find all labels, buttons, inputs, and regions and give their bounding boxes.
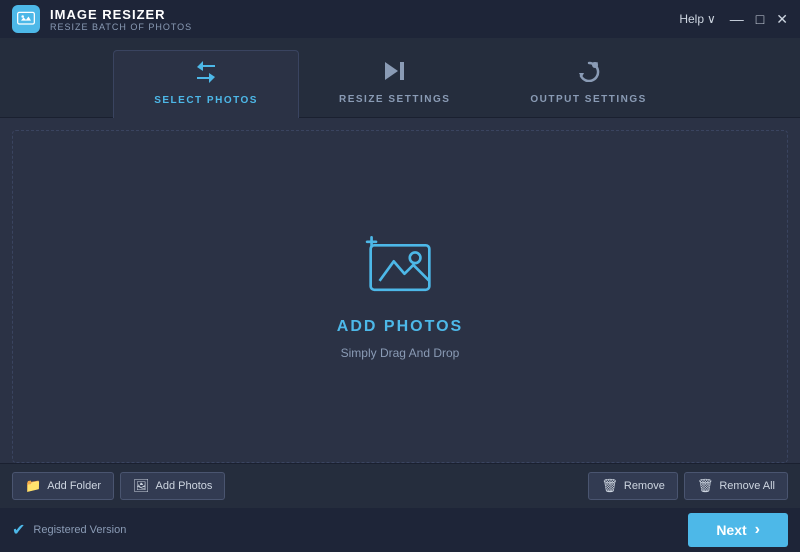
app-subtitle: RESIZE BATCH OF PHOTOS bbox=[50, 22, 192, 32]
registered-label: Registered Version bbox=[33, 524, 126, 536]
add-photos-label: ADD PHOTOS bbox=[337, 318, 463, 336]
title-bar: IMAGE RESIZER RESIZE BATCH OF PHOTOS Hel… bbox=[0, 0, 800, 38]
tab-select-photos-label: SELECT PHOTOS bbox=[154, 95, 258, 106]
status-left: ✔ Registered Version bbox=[12, 520, 126, 540]
trash-all-icon: 🗑 bbox=[697, 478, 714, 494]
app-icon bbox=[12, 5, 40, 33]
title-bar-left: IMAGE RESIZER RESIZE BATCH OF PHOTOS bbox=[12, 5, 192, 33]
status-bar: ✔ Registered Version Next › bbox=[0, 508, 800, 552]
window-controls: — □ ✕ bbox=[730, 12, 788, 26]
add-photos-button-label: Add Photos bbox=[156, 480, 213, 492]
bottom-toolbar: 📁 Add Folder 🖼 Add Photos 🗑 Remove 🗑 Rem… bbox=[0, 463, 800, 508]
remove-label: Remove bbox=[624, 480, 665, 492]
tab-select-photos[interactable]: SELECT PHOTOS bbox=[113, 50, 299, 118]
drag-drop-label: Simply Drag And Drop bbox=[341, 346, 460, 360]
next-arrow-icon: › bbox=[755, 521, 760, 539]
add-photos-button[interactable]: 🖼 Add Photos bbox=[120, 472, 225, 500]
left-buttons: 📁 Add Folder 🖼 Add Photos bbox=[12, 472, 225, 500]
remove-all-label: Remove All bbox=[719, 480, 775, 492]
title-text: IMAGE RESIZER RESIZE BATCH OF PHOTOS bbox=[50, 7, 192, 32]
add-folder-label: Add Folder bbox=[47, 480, 101, 492]
app-name: IMAGE RESIZER bbox=[50, 7, 192, 22]
tab-output-settings[interactable]: OUTPUT SETTINGS bbox=[490, 50, 686, 117]
add-photos-icon bbox=[360, 233, 440, 308]
drop-zone-content: ADD PHOTOS Simply Drag And Drop bbox=[337, 233, 463, 360]
arrows-icon bbox=[193, 61, 219, 89]
tab-resize-settings-label: RESIZE SETTINGS bbox=[339, 94, 450, 105]
tab-resize-settings[interactable]: RESIZE SETTINGS bbox=[299, 50, 490, 117]
photo-icon: 🖼 bbox=[133, 478, 150, 494]
skip-icon bbox=[382, 60, 408, 88]
help-button[interactable]: Help ∨ bbox=[679, 12, 715, 26]
tab-bar: SELECT PHOTOS RESIZE SETTINGS OUTPUT SET… bbox=[0, 38, 800, 118]
refresh-icon bbox=[576, 60, 602, 88]
remove-all-button[interactable]: 🗑 Remove All bbox=[684, 472, 788, 500]
right-buttons: 🗑 Remove 🗑 Remove All bbox=[588, 472, 788, 500]
next-button[interactable]: Next › bbox=[688, 513, 788, 547]
next-label: Next bbox=[716, 522, 746, 538]
registered-check-icon: ✔ bbox=[12, 520, 25, 540]
remove-button[interactable]: 🗑 Remove bbox=[588, 472, 677, 500]
trash-icon: 🗑 bbox=[601, 478, 618, 494]
maximize-button[interactable]: □ bbox=[756, 12, 764, 26]
add-folder-button[interactable]: 📁 Add Folder bbox=[12, 472, 114, 500]
minimize-button[interactable]: — bbox=[730, 12, 744, 26]
drop-zone[interactable]: ADD PHOTOS Simply Drag And Drop bbox=[12, 130, 788, 463]
title-bar-right: Help ∨ — □ ✕ bbox=[679, 12, 788, 26]
folder-icon: 📁 bbox=[25, 478, 41, 494]
close-button[interactable]: ✕ bbox=[776, 12, 788, 26]
tab-output-settings-label: OUTPUT SETTINGS bbox=[530, 94, 646, 105]
